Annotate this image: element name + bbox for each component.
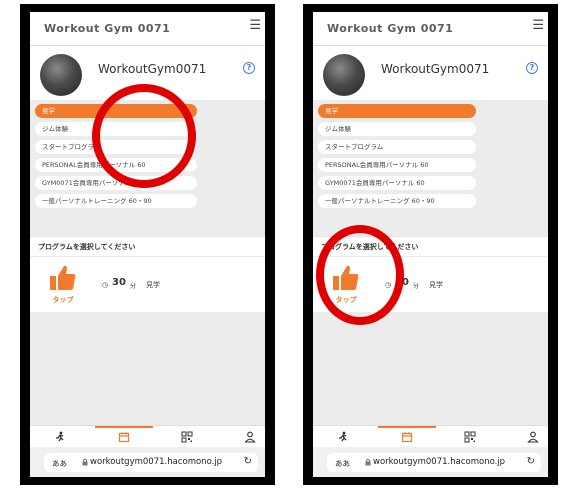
category-list: 見学 ジム体験 スタートプログラム PERSONAL会員専用パーソナル 60 G… bbox=[313, 100, 548, 236]
right-screenshot: Workout Gym 0071 ☰ WorkoutGym0071 ? 見学 ジ… bbox=[303, 4, 558, 485]
clock-icon: ◷ bbox=[102, 281, 109, 289]
tab-indicator bbox=[95, 426, 153, 428]
reload-icon[interactable]: ↻ bbox=[244, 456, 252, 467]
gym-name: WorkoutGym0071 bbox=[381, 62, 490, 76]
left-screenshot: Workout Gym 0071 ☰ WorkoutGym0071 ? 見学 ジ… bbox=[20, 4, 275, 485]
category-general-training[interactable]: 一般パーソナルトレーニング 60・90 bbox=[318, 194, 476, 208]
phone-screen: Workout Gym 0071 ☰ WorkoutGym0071 ? 見学 ジ… bbox=[313, 12, 548, 477]
avatar bbox=[323, 54, 365, 96]
runner-icon[interactable] bbox=[333, 429, 353, 445]
url-text: workoutgym0071.hacomono.jp bbox=[373, 457, 506, 467]
app-header: Workout Gym 0071 ☰ bbox=[30, 12, 265, 46]
help-icon[interactable]: ? bbox=[526, 62, 538, 74]
url-pill[interactable]: ああ workoutgym0071.hacomono.jp ↻ bbox=[327, 453, 541, 472]
duration-unit: 分 bbox=[130, 283, 137, 290]
help-icon[interactable]: ? bbox=[243, 62, 255, 74]
phone-screen: Workout Gym 0071 ☰ WorkoutGym0071 ? 見学 ジ… bbox=[30, 12, 265, 477]
annotation-circle bbox=[92, 84, 196, 188]
category-personal-member[interactable]: PERSONAL会員専用パーソナル 60 bbox=[318, 158, 476, 172]
program-name: 見学 bbox=[146, 281, 160, 289]
category-start-program[interactable]: スタートプログラム bbox=[318, 140, 476, 154]
text-size-button[interactable]: ああ bbox=[52, 458, 67, 469]
qr-icon[interactable] bbox=[177, 429, 197, 445]
gym-name: WorkoutGym0071 bbox=[98, 62, 207, 76]
category-visit[interactable]: 見学 bbox=[318, 104, 476, 118]
qr-icon[interactable] bbox=[460, 429, 480, 445]
category-general-training[interactable]: 一般パーソナルトレーニング 60・90 bbox=[35, 194, 197, 208]
person-icon[interactable] bbox=[240, 429, 260, 445]
bottom-tab-bar bbox=[30, 425, 265, 447]
select-prompt: プログラムを選択してください bbox=[30, 236, 265, 256]
duration-unit: 分 bbox=[413, 283, 420, 290]
gym-logo: Workout Gym 0071 bbox=[44, 22, 171, 35]
lock-icon bbox=[82, 458, 88, 466]
reload-icon[interactable]: ↻ bbox=[527, 456, 535, 467]
program-duration: 30 bbox=[112, 277, 126, 288]
tab-indicator bbox=[378, 426, 436, 428]
browser-url-bar: ああ workoutgym0071.hacomono.jp ↻ bbox=[313, 447, 548, 477]
text-size-button[interactable]: ああ bbox=[335, 458, 350, 469]
calendar-icon[interactable] bbox=[114, 429, 134, 445]
program-name: 見学 bbox=[429, 281, 443, 289]
avatar bbox=[40, 54, 82, 96]
tap-label: タップ bbox=[52, 296, 74, 304]
runner-icon[interactable] bbox=[50, 429, 70, 445]
person-icon[interactable] bbox=[523, 429, 543, 445]
gym-logo: Workout Gym 0071 bbox=[327, 22, 454, 35]
category-gym-member[interactable]: GYM0071会員専用パーソナル 60 bbox=[318, 176, 476, 190]
annotation-circle bbox=[316, 225, 404, 325]
hamburger-icon[interactable]: ☰ bbox=[532, 19, 544, 32]
hamburger-icon[interactable]: ☰ bbox=[249, 19, 261, 32]
gym-profile: WorkoutGym0071 ? bbox=[313, 46, 548, 100]
url-text: workoutgym0071.hacomono.jp bbox=[90, 457, 223, 467]
url-pill[interactable]: ああ workoutgym0071.hacomono.jp ↻ bbox=[44, 453, 258, 472]
category-gym-trial[interactable]: ジム体験 bbox=[318, 122, 476, 136]
app-header: Workout Gym 0071 ☰ bbox=[313, 12, 548, 46]
program-card[interactable]: タップ ◷ 30 分 見学 bbox=[30, 256, 265, 312]
bottom-tab-bar bbox=[313, 425, 548, 447]
lock-icon bbox=[365, 458, 371, 466]
thumbs-up-icon[interactable] bbox=[48, 263, 78, 293]
browser-url-bar: ああ workoutgym0071.hacomono.jp ↻ bbox=[30, 447, 265, 477]
calendar-icon[interactable] bbox=[397, 429, 417, 445]
